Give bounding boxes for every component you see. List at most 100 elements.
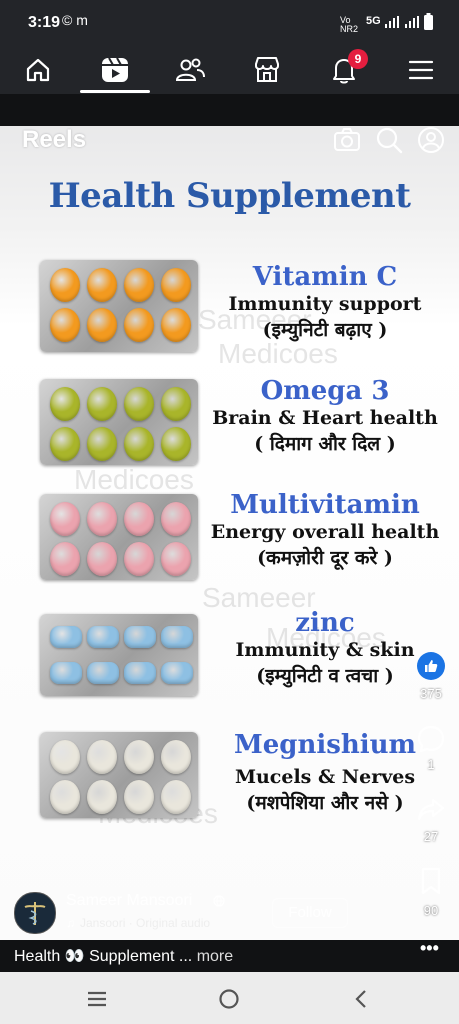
system-navigation-bar	[0, 972, 459, 1024]
recent-apps-icon[interactable]	[86, 990, 108, 1008]
pill	[87, 740, 117, 774]
supplement-name: Omega 3	[260, 376, 390, 406]
back-icon[interactable]	[352, 988, 370, 1010]
pill	[87, 626, 119, 648]
pill	[161, 308, 191, 342]
pill	[87, 502, 117, 536]
supplement-desc: Immunity support	[228, 293, 422, 315]
share-action[interactable]: 27	[416, 794, 446, 844]
reel-top-spacer	[0, 94, 459, 126]
signal-icon-2	[405, 16, 419, 28]
menu-icon	[408, 60, 434, 80]
pill	[50, 780, 80, 814]
nav-marketplace[interactable]	[247, 50, 287, 90]
share-icon	[417, 798, 445, 821]
profile-icon[interactable]	[417, 126, 445, 154]
reels-title: Reels	[22, 126, 87, 153]
status-left-icons: © m	[62, 12, 88, 28]
supplement-multivitamin: Multivitamin Energy overall health (कमज़…	[200, 490, 450, 570]
supplement-zinc: zinc Immunity & skin (इम्युनिटी व त्वचा …	[200, 608, 450, 688]
pill	[50, 542, 80, 576]
pill	[50, 740, 80, 774]
nav-friends[interactable]	[170, 50, 210, 90]
music-note-icon: ♫	[66, 916, 75, 930]
reels-icon	[102, 57, 128, 82]
reel-caption[interactable]: Health 👀 Supplement ... more	[14, 946, 233, 966]
friends-icon	[175, 58, 205, 81]
author-name[interactable]: Sameer Mansoori	[66, 892, 192, 910]
pill	[124, 542, 154, 576]
supplement-hindi: (इम्युनिटी बढ़ाए )	[262, 319, 388, 341]
supplement-vitamin-c: Vitamin C Immunity support (इम्युनिटी बढ…	[200, 262, 450, 342]
nav-notifications[interactable]: 9	[324, 49, 368, 90]
pill	[124, 502, 154, 536]
marketplace-icon	[255, 57, 279, 82]
caption-more-link[interactable]: more	[197, 948, 233, 965]
caption-bar: Health 👀 Supplement ... more •••	[0, 938, 459, 972]
nav-reels[interactable]	[95, 50, 135, 90]
supplement-hindi: ( दिमाग और दिल )	[254, 433, 396, 455]
supplement-hindi: (इम्युनिटी व त्वचा )	[256, 665, 394, 687]
pill	[124, 268, 154, 302]
caption-text: Health 👀 Supplement ...	[14, 948, 193, 965]
pill	[87, 542, 117, 576]
search-icon[interactable]	[375, 126, 403, 154]
globe-icon	[213, 895, 225, 907]
pill	[87, 387, 117, 421]
bookmark-icon	[421, 867, 441, 895]
pill	[161, 427, 191, 461]
comment-count: 1	[427, 757, 435, 772]
audio-label[interactable]: Jansoori · Original audio	[80, 916, 210, 930]
pill	[50, 268, 80, 302]
pill	[87, 268, 117, 302]
network-type: 5G	[366, 15, 381, 27]
supplement-hindi: (मशपेशिया और नसे )	[246, 792, 404, 814]
supplement-desc: Energy overall health	[210, 521, 440, 543]
pill	[87, 662, 119, 684]
like-action[interactable]: 375	[416, 652, 446, 701]
blister-pack-vitamin-c	[40, 260, 198, 352]
supplement-desc: Mucels & Nerves	[234, 766, 416, 788]
pill	[161, 502, 191, 536]
supplement-name: Multivitamin	[230, 490, 420, 520]
comment-action[interactable]: 1	[416, 724, 446, 772]
pill	[87, 427, 117, 461]
caduceus-icon	[24, 902, 46, 925]
pill	[124, 427, 154, 461]
pill	[50, 626, 82, 648]
avatar[interactable]	[14, 892, 56, 934]
supplement-name: Vitamin C	[252, 262, 398, 292]
supplement-omega-3: Omega 3 Brain & Heart health ( दिमाग और …	[200, 376, 450, 456]
like-count: 375	[420, 686, 442, 701]
save-action[interactable]: 90	[416, 866, 446, 918]
camera-icon[interactable]	[333, 126, 361, 154]
follow-button[interactable]: Follow	[272, 898, 348, 928]
pill	[161, 387, 191, 421]
supplement-desc: Immunity & skin	[235, 639, 415, 661]
pill	[124, 780, 154, 814]
save-count: 90	[423, 903, 439, 918]
pill	[87, 780, 117, 814]
thumbs-up-icon	[417, 652, 445, 680]
pill	[161, 740, 191, 774]
comment-icon	[417, 725, 445, 753]
pill	[124, 662, 156, 684]
share-count: 27	[423, 829, 439, 844]
status-bar: 3:19 © m Vo NR2 5G	[0, 0, 459, 44]
blister-pack-multivitamin	[40, 494, 198, 580]
reel-viewer[interactable]: Reels Health Supplement Sameeer Medicoes…	[0, 126, 459, 940]
nav-menu[interactable]	[401, 50, 441, 90]
supplement-name: Megnishium	[233, 730, 417, 760]
pill	[124, 626, 156, 648]
more-options-icon[interactable]: •••	[420, 938, 439, 959]
supplement-name: zinc	[295, 608, 355, 638]
active-tab-indicator	[80, 90, 150, 93]
status-time: 3:19	[28, 14, 61, 31]
pill	[50, 502, 80, 536]
home-button-icon[interactable]	[218, 988, 240, 1010]
nav-home[interactable]	[18, 50, 58, 90]
pill	[50, 387, 80, 421]
volte-indicator: Vo NR2	[340, 15, 359, 34]
pill	[124, 308, 154, 342]
pill	[124, 387, 154, 421]
